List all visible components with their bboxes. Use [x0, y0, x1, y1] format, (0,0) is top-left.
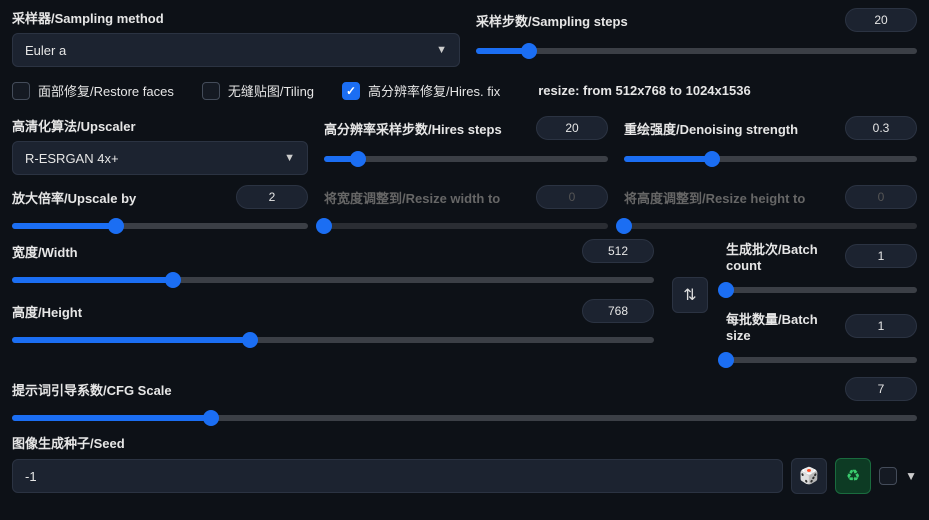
- restore-faces-checkbox[interactable]: [12, 82, 30, 100]
- cfg-slider[interactable]: [12, 415, 917, 421]
- upscale-by-label: 放大倍率/Upscale by: [12, 188, 136, 207]
- swap-icon: ⇅: [683, 285, 696, 305]
- resize-height-label: 将高度调整到/Resize height to: [624, 188, 805, 207]
- reuse-seed-button[interactable]: ♻: [835, 458, 871, 494]
- caret-down-icon: ▼: [436, 44, 447, 56]
- hires-steps-value[interactable]: 20: [536, 116, 608, 140]
- recycle-icon: ♻: [846, 466, 860, 486]
- sampling-method-label: 采样器/Sampling method: [12, 8, 460, 27]
- seed-label: 图像生成种子/Seed: [12, 433, 917, 452]
- cfg-value[interactable]: 7: [845, 377, 917, 401]
- width-slider[interactable]: [12, 277, 654, 283]
- batch-size-slider[interactable]: [726, 357, 917, 363]
- sampling-method-select[interactable]: Euler a ▼: [12, 33, 460, 67]
- upscaler-value: R-ESRGAN 4x+: [25, 151, 119, 166]
- resize-info-text: resize: from 512x768 to 1024x1536: [538, 83, 750, 98]
- random-seed-button[interactable]: 🎲: [791, 458, 827, 494]
- resize-width-slider[interactable]: [324, 223, 608, 229]
- restore-faces-label: 面部修复/Restore faces: [38, 81, 174, 100]
- sampling-steps-slider[interactable]: [476, 48, 917, 54]
- upscale-by-slider[interactable]: [12, 223, 308, 229]
- swap-dimensions-button[interactable]: ⇅: [672, 277, 708, 313]
- upscale-by-value[interactable]: 2: [236, 185, 308, 209]
- upscaler-label: 高清化算法/Upscaler: [12, 116, 308, 135]
- batch-size-value[interactable]: 1: [845, 314, 917, 338]
- denoise-label: 重绘强度/Denoising strength: [624, 119, 798, 138]
- batch-count-value[interactable]: 1: [845, 244, 917, 268]
- batch-size-label: 每批数量/Batch size: [726, 309, 836, 343]
- tiling-checkbox[interactable]: [202, 82, 220, 100]
- seed-input[interactable]: [12, 459, 783, 493]
- resize-width-value[interactable]: 0: [536, 185, 608, 209]
- width-value[interactable]: 512: [582, 239, 654, 263]
- resize-height-value[interactable]: 0: [845, 185, 917, 209]
- resize-height-slider[interactable]: [624, 223, 917, 229]
- sampling-steps-value[interactable]: 20: [845, 8, 917, 32]
- sampling-steps-label: 采样步数/Sampling steps: [476, 11, 628, 30]
- hires-steps-slider[interactable]: [324, 156, 608, 162]
- width-label: 宽度/Width: [12, 242, 78, 261]
- caret-down-icon[interactable]: ▼: [905, 469, 917, 483]
- dice-icon: 🎲: [799, 466, 819, 486]
- caret-down-icon: ▼: [284, 152, 295, 164]
- resize-width-label: 将宽度调整到/Resize width to: [324, 188, 500, 207]
- upscaler-select[interactable]: R-ESRGAN 4x+ ▼: [12, 141, 308, 175]
- hires-steps-label: 高分辨率采样步数/Hires steps: [324, 119, 502, 138]
- denoise-value[interactable]: 0.3: [845, 116, 917, 140]
- tiling-label: 无缝贴图/Tiling: [228, 81, 314, 100]
- batch-count-label: 生成批次/Batch count: [726, 239, 836, 273]
- sampling-method-value: Euler a: [25, 43, 66, 58]
- height-value[interactable]: 768: [582, 299, 654, 323]
- denoise-slider[interactable]: [624, 156, 917, 162]
- cfg-label: 提示词引导系数/CFG Scale: [12, 380, 172, 399]
- seed-extra-checkbox[interactable]: [879, 467, 897, 485]
- height-label: 高度/Height: [12, 302, 82, 321]
- hires-fix-label: 高分辨率修复/Hires. fix: [368, 81, 500, 100]
- height-slider[interactable]: [12, 337, 654, 343]
- batch-count-slider[interactable]: [726, 287, 917, 293]
- hires-fix-checkbox[interactable]: [342, 82, 360, 100]
